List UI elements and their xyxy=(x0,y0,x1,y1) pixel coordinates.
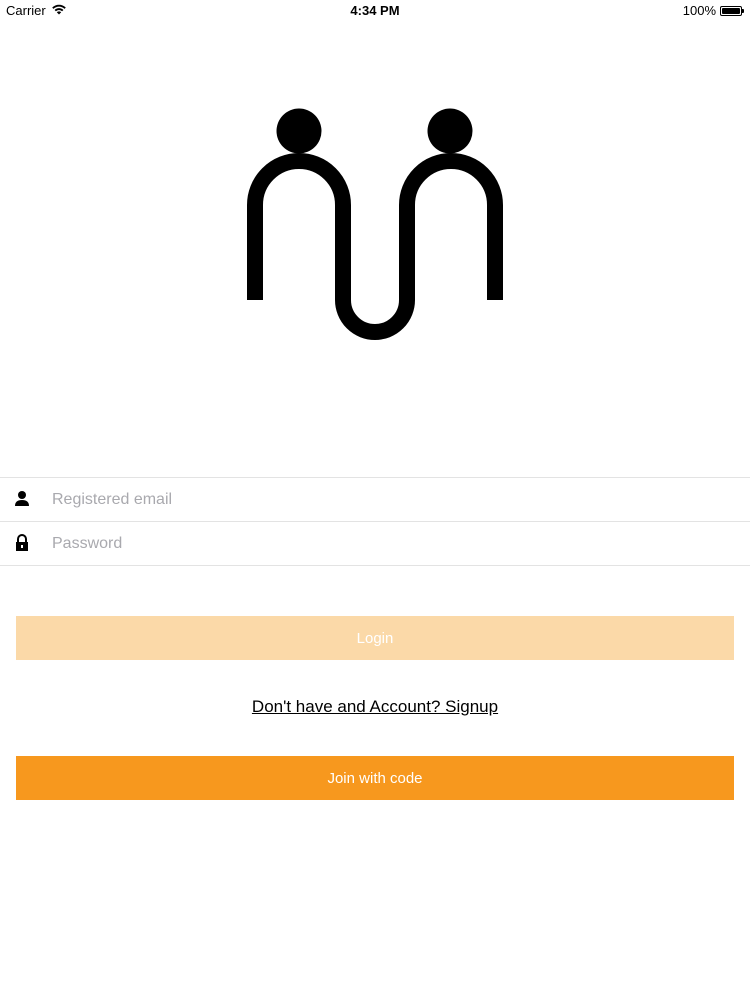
person-icon xyxy=(14,490,30,508)
status-time: 4:34 PM xyxy=(350,3,400,18)
join-with-code-button[interactable]: Join with code xyxy=(16,756,734,800)
login-button[interactable]: Login xyxy=(16,616,734,660)
status-bar: Carrier 4:34 PM 100% xyxy=(0,0,750,22)
login-form xyxy=(0,477,750,566)
email-field[interactable] xyxy=(52,478,732,521)
lock-icon xyxy=(14,534,30,552)
battery-fill xyxy=(722,7,740,14)
status-right: 100% xyxy=(682,3,744,18)
two-people-logo-icon xyxy=(247,108,503,340)
battery-icon xyxy=(720,5,744,16)
signup-link[interactable]: Don't have and Account? Signup xyxy=(0,697,750,717)
battery-percent: 100% xyxy=(682,3,716,18)
email-row xyxy=(0,478,750,522)
app-logo xyxy=(240,100,510,360)
password-row xyxy=(0,522,750,566)
password-field[interactable] xyxy=(52,522,732,565)
